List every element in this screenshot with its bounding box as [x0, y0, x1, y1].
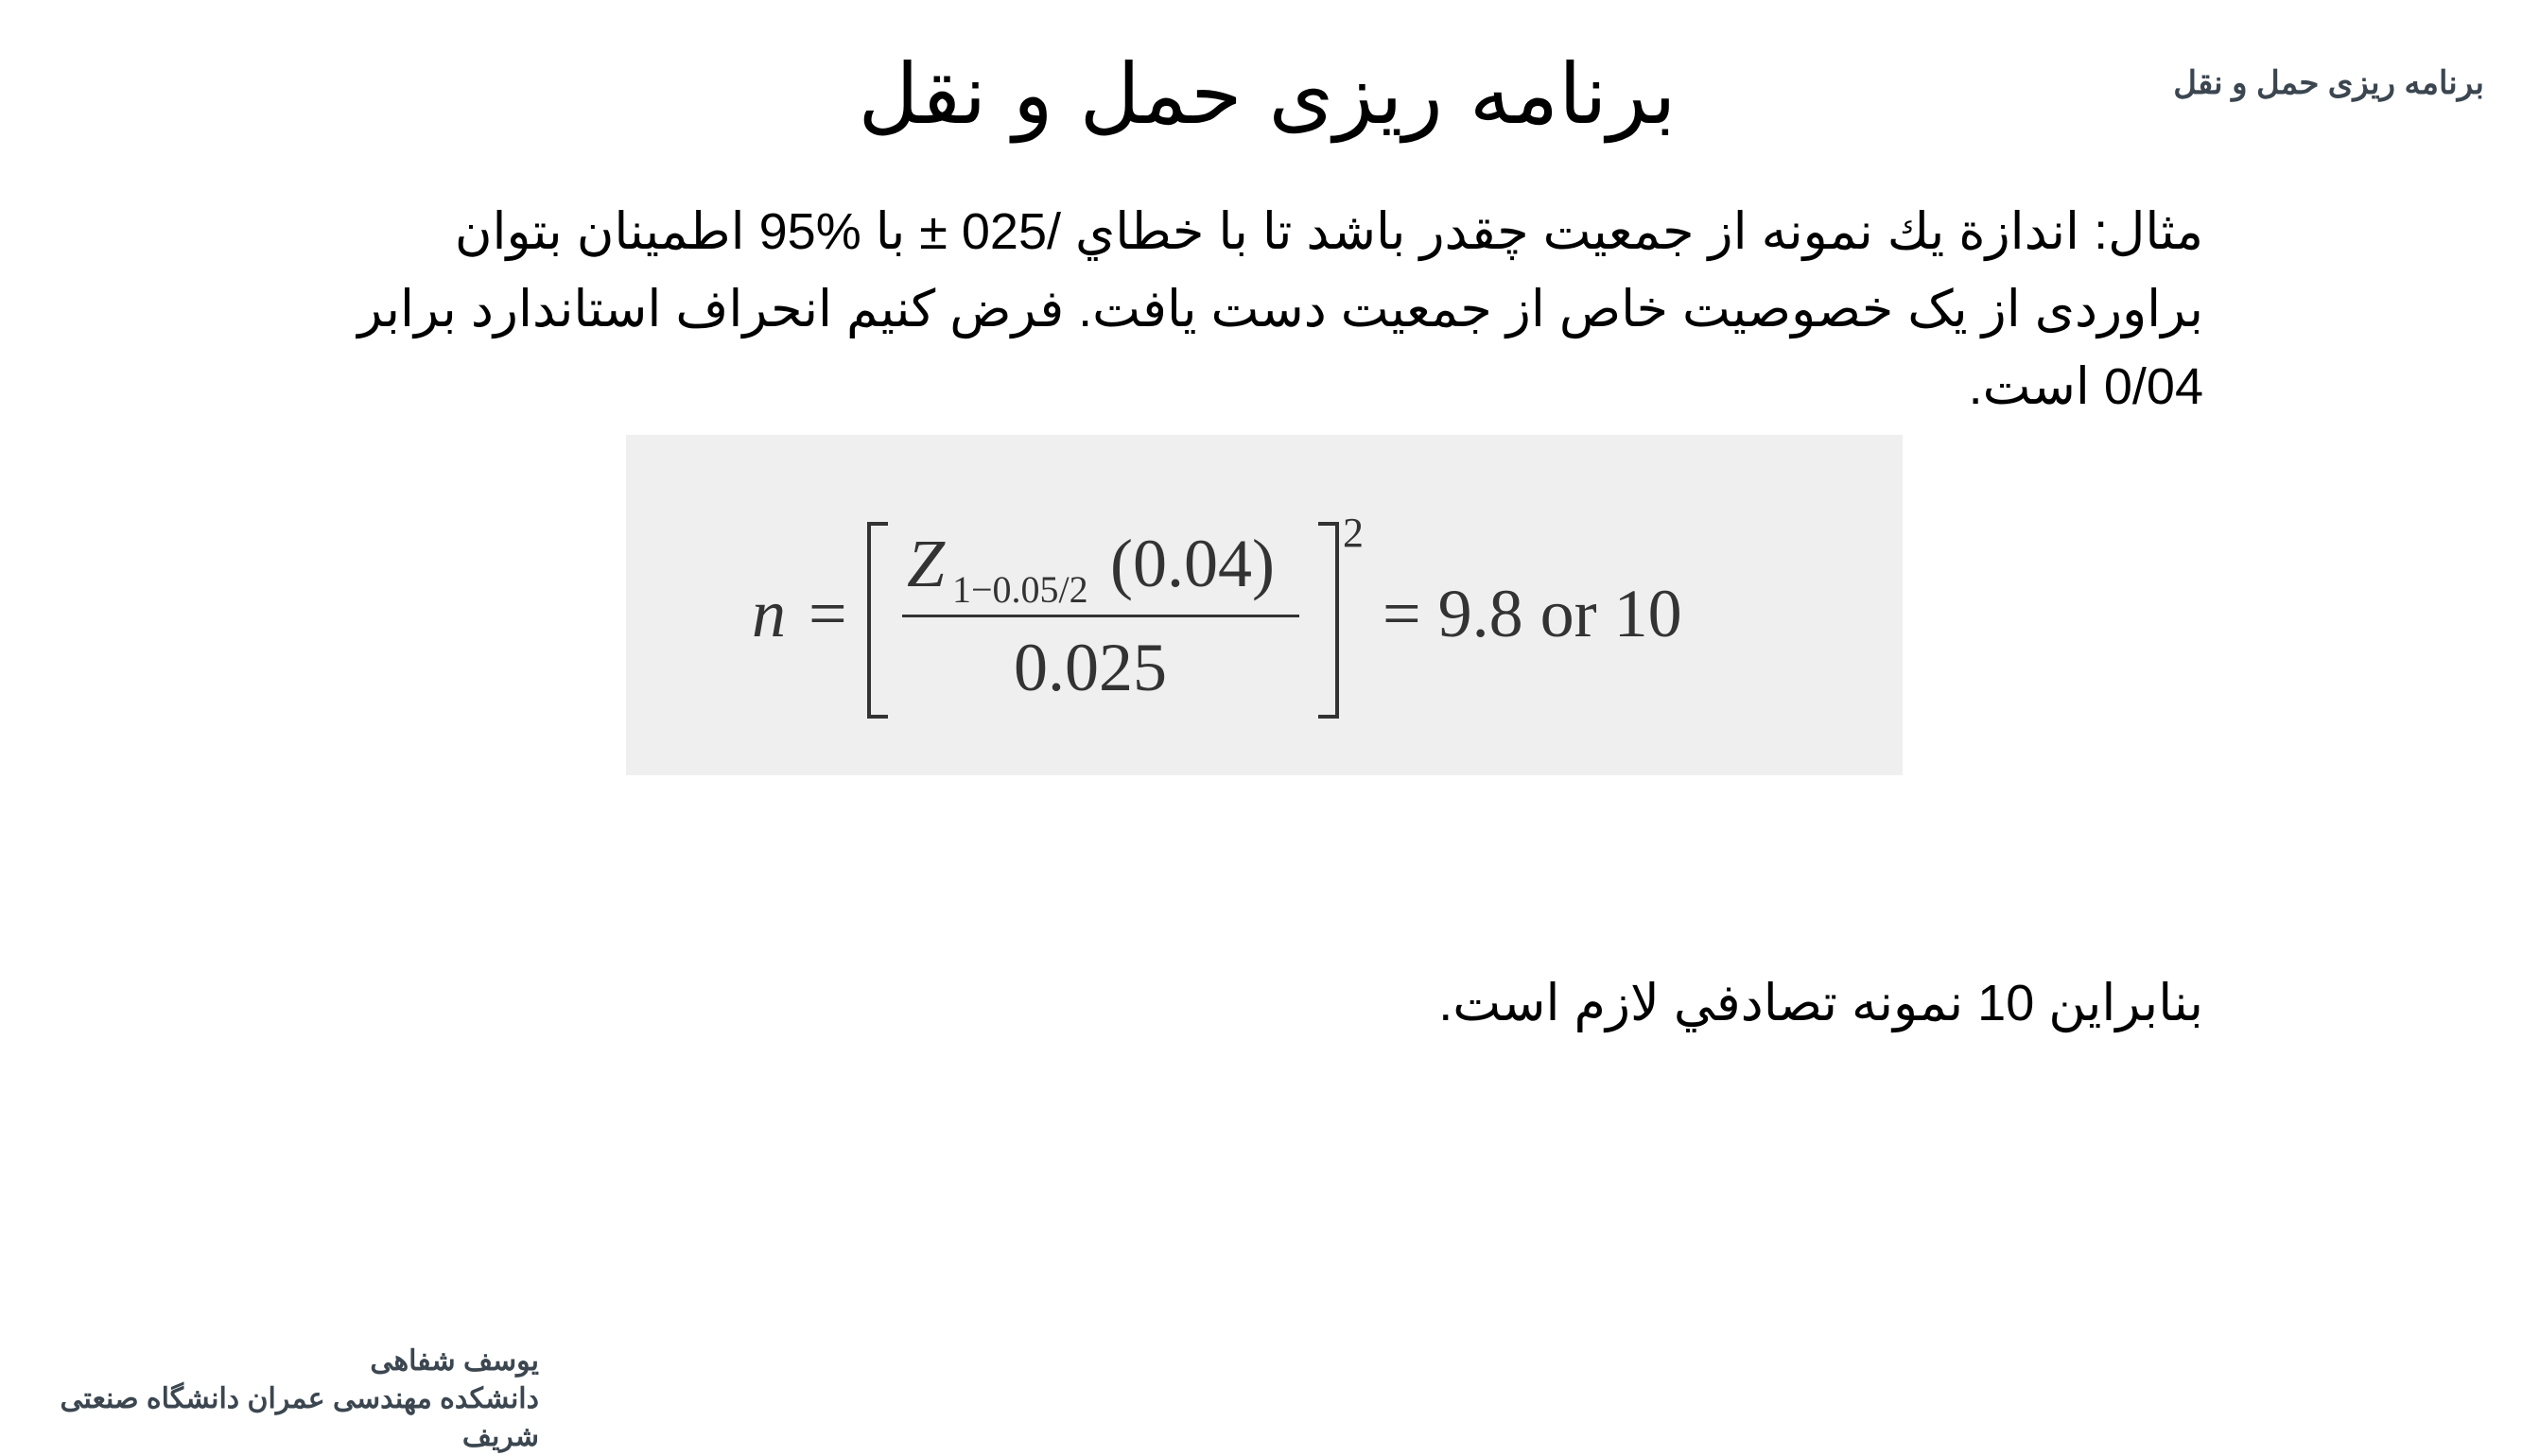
conclusion-start: بنابراین	[2048, 975, 2203, 1031]
course-header: برنامه ریزی حمل و نقل	[2173, 65, 2484, 101]
example-text-3-end: است.	[1968, 358, 2090, 415]
example-label: مثال:	[2094, 203, 2203, 260]
std-value: 0/04	[2103, 358, 2203, 415]
footer-affiliation: دانشکده مهندسی عمران دانشگاه صنعتی شریف	[60, 1383, 539, 1452]
confidence-value: 95%	[758, 203, 861, 260]
example-line-3: 0/04 است.	[265, 348, 2203, 425]
footer-author: يوسف شفاهی	[370, 1345, 539, 1377]
footer: يوسف شفاهی دانشکده مهندسی عمران دانشگاه …	[19, 1343, 539, 1456]
left-bracket	[867, 522, 888, 719]
fraction-line	[902, 615, 1299, 617]
formula-z-subscript: 1−0.05/2	[952, 568, 1088, 611]
with-word: با	[875, 203, 906, 260]
right-bracket	[1318, 522, 1339, 719]
sample-size-formula: n = Z 1−0.05/2 (0.04) 0.025 2 = 9.8 or 1…	[626, 435, 1903, 775]
formula-image: n = Z 1−0.05/2 (0.04) 0.025 2 = 9.8 or 1…	[626, 435, 1903, 775]
conclusion-text: بنابراین 10 نمونه تصادفي لازم است.	[946, 964, 2203, 1042]
formula-exponent: 2	[1343, 510, 1364, 556]
plusminus-symbol: ±	[919, 203, 948, 260]
conclusion-count: 10	[1977, 975, 2035, 1031]
error-value: 025/	[961, 203, 1061, 260]
slide-title: برنامه ریزی حمل و نقل	[858, 45, 1677, 143]
formula-numerator-value: (0.04)	[1110, 526, 1275, 601]
formula-equals: =	[809, 576, 847, 651]
example-text-1-end: اطمينان بتوان	[454, 203, 745, 260]
example-paragraph: مثال: اندازة يك نمونه از جمعيت چقدر باشد…	[265, 193, 2203, 425]
formula-denominator: 0.025	[1014, 630, 1167, 705]
conclusion-end: نمونه تصادفي لازم است.	[1438, 975, 1964, 1031]
example-line-2: براوردی از یک خصوصیت خاص از جمعیت دست یا…	[357, 281, 2203, 338]
example-text-1: اندازة يك نمونه از جمعيت چقدر باشد تا با…	[1075, 203, 2080, 260]
formula-lhs: n	[752, 576, 786, 651]
formula-result: = 9.8 or 10	[1383, 576, 1682, 651]
formula-z-symbol: Z	[907, 526, 946, 601]
example-line-1: مثال: اندازة يك نمونه از جمعيت چقدر باشد…	[265, 193, 2203, 270]
